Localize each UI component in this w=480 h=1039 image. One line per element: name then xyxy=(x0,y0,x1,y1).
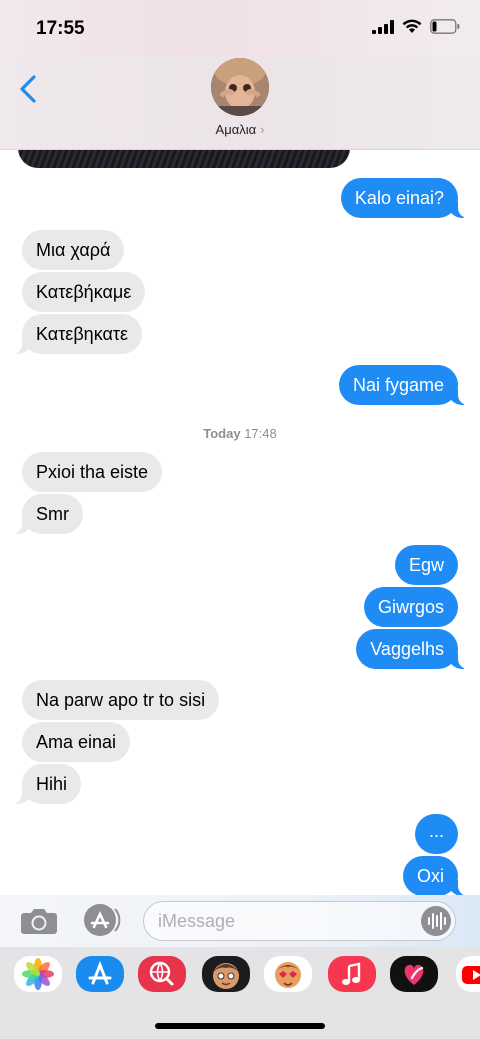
message-bubble-incoming[interactable]: Ama einai xyxy=(22,722,131,762)
globe-search-icon xyxy=(149,961,174,986)
photos-app-icon[interactable] xyxy=(14,956,62,992)
home-indicator-area xyxy=(0,1005,480,1039)
message-bubble-incoming[interactable]: Smr xyxy=(8,494,83,534)
message-bubble-incoming[interactable]: Pxioi tha eiste xyxy=(22,452,163,492)
memoji-face-icon xyxy=(213,963,239,989)
animoji-app-icon[interactable] xyxy=(264,956,312,992)
wifi-icon xyxy=(402,19,422,33)
conversation-header: Αμαλια › xyxy=(0,56,480,150)
images-search-app-icon[interactable] xyxy=(138,956,186,992)
composer-bar: iMessage xyxy=(0,895,480,947)
signal-icon xyxy=(372,19,394,34)
message-bubble-outgoing[interactable]: Egw xyxy=(394,545,458,585)
home-indicator[interactable] xyxy=(155,1023,325,1029)
animoji-face-icon xyxy=(275,962,301,988)
message-input-placeholder: iMessage xyxy=(158,911,236,931)
digital-touch-app-icon[interactable] xyxy=(390,956,438,992)
timestamp: Today 17:48 xyxy=(203,426,277,441)
message-bubble-outgoing[interactable]: Nai fygame xyxy=(338,365,473,405)
camera-icon[interactable] xyxy=(20,905,58,935)
message-bubble-incoming[interactable]: Μια χαρά xyxy=(22,230,125,270)
back-chevron-icon[interactable] xyxy=(14,72,44,106)
chevron-right-icon: › xyxy=(260,122,265,137)
status-bar: 17:55 xyxy=(0,0,480,56)
audio-record-button[interactable] xyxy=(421,906,451,936)
music-note-icon xyxy=(342,962,361,985)
music-app-icon[interactable] xyxy=(328,956,376,992)
message-bubble-incoming[interactable]: Κατεβηκατε xyxy=(7,314,143,354)
app-store-a-icon xyxy=(88,960,112,985)
avatar[interactable] xyxy=(211,58,269,116)
message-bubble-outgoing[interactable]: Oxi xyxy=(403,856,472,896)
app-drawer xyxy=(0,947,480,1005)
youtube-app-icon[interactable] xyxy=(456,956,480,992)
battery-icon xyxy=(430,19,460,34)
message-bubble-incoming[interactable]: Hihi xyxy=(7,764,82,804)
message-bubble-outgoing[interactable]: Kalo einai? xyxy=(340,178,473,218)
contact-name[interactable]: Αμαλια › xyxy=(0,122,480,137)
message-bubble-outgoing[interactable]: Vaggelhs xyxy=(356,629,472,669)
image-attachment[interactable] xyxy=(18,148,350,168)
app-store-icon[interactable] xyxy=(82,903,122,937)
message-input[interactable]: iMessage xyxy=(143,901,456,941)
youtube-icon xyxy=(462,966,480,984)
message-bubble-incoming[interactable]: Κατεβήκαμε xyxy=(22,272,146,312)
message-bubble-outgoing[interactable]: ... xyxy=(414,814,458,854)
avatar-photo-icon xyxy=(211,58,269,116)
memoji-app-icon[interactable] xyxy=(202,956,250,992)
heart-touch-icon xyxy=(404,964,424,985)
message-bubble-outgoing[interactable]: Giwrgos xyxy=(363,587,458,627)
message-bubble-incoming[interactable]: Na parw apo tr to sisi xyxy=(22,680,220,720)
status-time: 17:55 xyxy=(36,18,85,39)
waveform-icon xyxy=(428,912,446,930)
app-store-app-icon[interactable] xyxy=(76,956,124,992)
photos-icon xyxy=(22,958,54,990)
